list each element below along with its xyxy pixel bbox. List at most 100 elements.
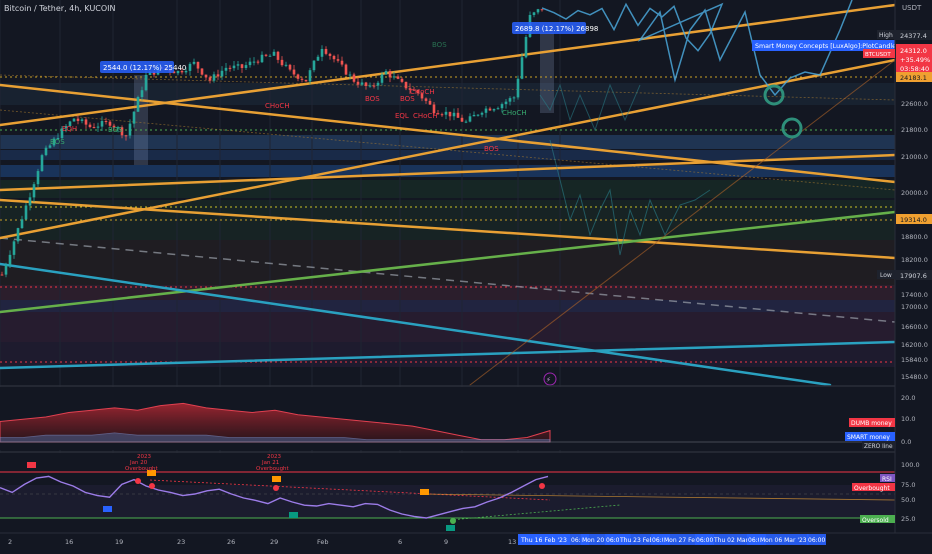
- candle-body: [196, 61, 200, 69]
- candle-body: [464, 121, 468, 123]
- candle-body: [492, 109, 496, 111]
- candle-body: [192, 61, 196, 64]
- level-19314: 19314.0: [900, 216, 927, 224]
- current-time-label: Thu 16 Feb '23: [520, 537, 567, 544]
- smc-label: BOS: [365, 95, 380, 103]
- candle-body: [268, 55, 272, 57]
- symbol-title[interactable]: Bitcoin / Tether, 4h, KUCOIN: [4, 4, 116, 13]
- candle-body: [252, 61, 256, 63]
- candle-body: [332, 55, 336, 60]
- rsi-point: [273, 485, 279, 491]
- price-tick: 18800.0: [901, 233, 928, 241]
- smc-label: BOS: [108, 126, 123, 134]
- candle-body: [4, 265, 8, 275]
- candle-body: [480, 112, 484, 115]
- smc-label: BOS: [484, 145, 499, 153]
- candle-body: [140, 90, 144, 98]
- range-tooltip-left: 2544.0 (12.17%) 25440: [103, 64, 186, 72]
- price-tick: 20000.0: [901, 189, 928, 197]
- candle-body: [212, 74, 216, 81]
- candle-body: [288, 64, 292, 70]
- candle-body: [400, 78, 404, 82]
- money-tick: 20.0: [901, 394, 915, 402]
- candle-body: [444, 111, 448, 115]
- candle-body: [228, 67, 232, 69]
- high-tag: High: [879, 32, 893, 39]
- candle-body: [472, 114, 476, 117]
- smc-label: EQL: [395, 112, 409, 120]
- candle-body: [276, 51, 280, 60]
- candle-body: [452, 112, 456, 117]
- chart-svg[interactable]: BOS BOS EQH CHoCH BOS BOS CHoCH EQL CHoC…: [0, 0, 932, 550]
- candle-body: [460, 117, 464, 122]
- time-tick: 19: [115, 538, 123, 546]
- high-value: 24377.4: [900, 32, 927, 40]
- candle-body: [32, 184, 36, 198]
- smc-label: BOS: [432, 41, 447, 49]
- candle-body: [88, 124, 92, 128]
- candle-body: [132, 111, 136, 124]
- candle-body: [308, 70, 312, 82]
- candle-body: [260, 54, 264, 63]
- candle-body: [384, 71, 388, 75]
- candle-body: [336, 59, 340, 61]
- candle-body: [396, 76, 400, 79]
- rsi-marker-green: [446, 525, 455, 531]
- candle-body: [328, 53, 332, 56]
- price-tick: 18200.0: [901, 256, 928, 264]
- candle-body: [352, 74, 356, 82]
- price-tick: 21800.0: [901, 126, 928, 134]
- dumb-tag: DUMB money: [851, 420, 892, 427]
- rsi-tick: 75.0: [901, 481, 915, 489]
- candle-body: [136, 97, 140, 112]
- rsi-point: [539, 483, 545, 489]
- candle-body: [200, 68, 204, 75]
- time-tick: 23: [177, 538, 185, 546]
- candle-body: [248, 61, 252, 66]
- rsi-marker-label: Overbought: [125, 466, 159, 472]
- low-value: 17907.6: [900, 272, 927, 280]
- chart-root[interactable]: BOS BOS EQH CHoCH BOS BOS CHoCH EQL CHoC…: [0, 0, 932, 550]
- price-tick: 15480.0: [901, 373, 928, 381]
- zone-band: [0, 300, 895, 312]
- candle-body: [392, 76, 396, 78]
- candle-body: [8, 254, 12, 266]
- candle-body: [508, 98, 512, 102]
- rsi-marker-red: [27, 462, 36, 468]
- candle-body: [84, 119, 88, 125]
- candle-body: [356, 81, 360, 85]
- time-tick: 16: [65, 538, 73, 546]
- candle-body: [272, 51, 276, 56]
- candle-body: [404, 81, 408, 89]
- price-tick: 15840.0: [901, 356, 928, 364]
- candle-body: [456, 112, 460, 118]
- overbought-tag: Overbought: [854, 485, 890, 492]
- candle-body: [428, 100, 432, 105]
- rsi-point: [149, 483, 155, 489]
- candle-body: [16, 228, 20, 242]
- candle-body: [204, 74, 208, 78]
- candle-body: [448, 111, 452, 117]
- price-tick: 22600.0: [901, 100, 928, 108]
- indicator-tag[interactable]: Smart Money Concepts [LuxAlgo]:PlotCandl…: [755, 43, 896, 50]
- candle-body: [284, 64, 288, 66]
- candle-body: [104, 121, 108, 123]
- candle-body: [540, 9, 544, 11]
- low-tag: Low: [880, 272, 892, 279]
- candle-body: [344, 64, 348, 75]
- candle-body: [0, 274, 4, 276]
- range-tooltip-right: 2689.8 (12.17%) 26898: [515, 25, 598, 33]
- zone-band: [0, 312, 895, 342]
- smc-label: CHoCH: [265, 102, 290, 110]
- time-tick: 2: [8, 538, 12, 546]
- candle-body: [72, 118, 76, 122]
- candle-body: [80, 119, 84, 121]
- price-tick: 21000.0: [901, 153, 928, 161]
- money-tick: 10.0: [901, 415, 915, 423]
- candle-body: [12, 241, 16, 255]
- btc-price: 24312.0: [900, 47, 927, 55]
- time-tick: 9: [444, 538, 448, 546]
- price-tick: 17400.0: [901, 291, 928, 299]
- candle-body: [312, 60, 316, 71]
- candle-body: [424, 98, 428, 101]
